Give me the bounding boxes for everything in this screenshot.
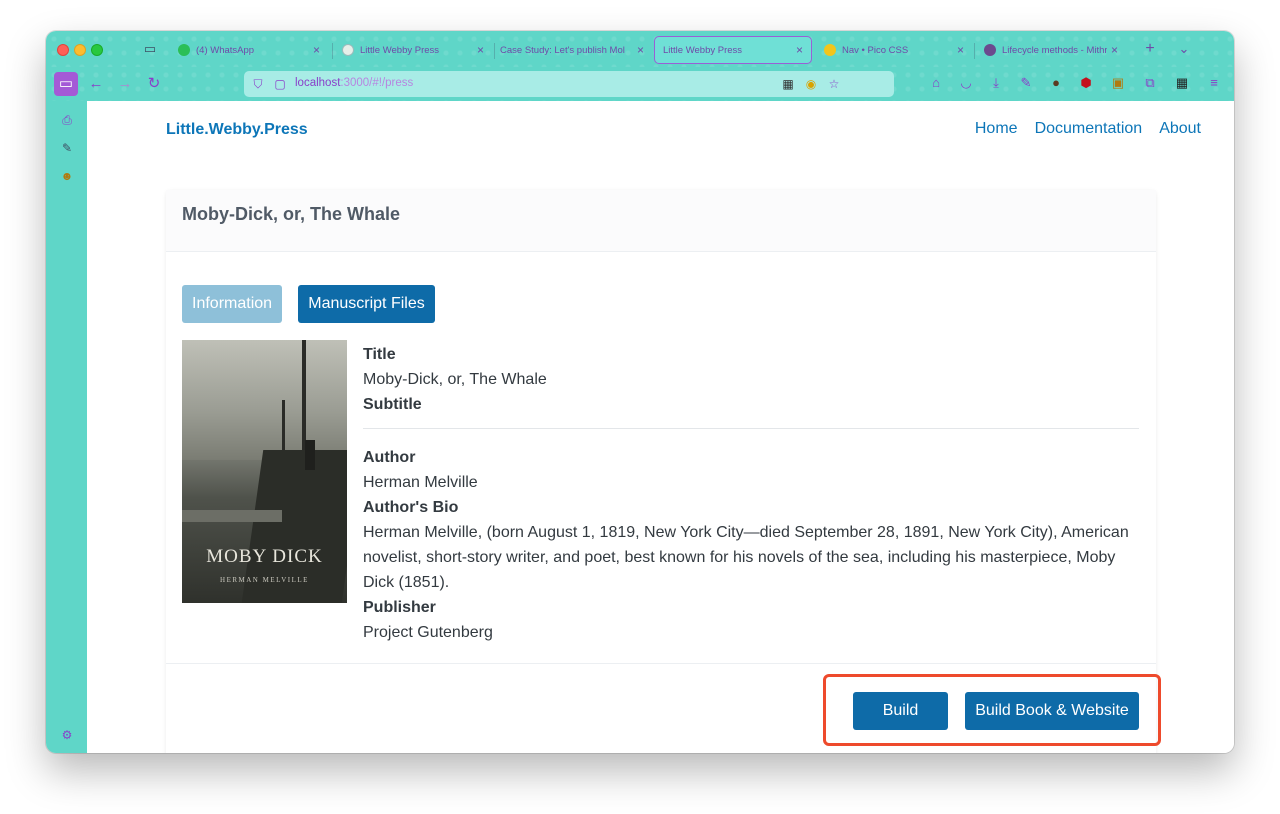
qr-code-icon[interactable]: ▦ [779,75,797,93]
tab-label: Little Webby Press [663,44,743,56]
tab-label: (4) WhatsApp [196,44,255,56]
shield-icon[interactable]: ⛉ [249,75,267,93]
title-label: Title [363,346,396,363]
sidebar-notes-icon[interactable]: ✎ [58,139,76,157]
tab-label: Lifecycle methods - Mithr [1002,44,1107,56]
bookmark-star-icon[interactable]: ☆ [825,75,843,93]
book-cover-image: MOBY DICK HERMAN MELVILLE [182,340,347,603]
sidebar-bookmark-icon[interactable]: ⎙ [58,111,76,129]
tab-close-icon[interactable]: × [957,43,964,57]
book-info: Title Moby-Dick, or, The Whale Subtitle … [363,342,1139,645]
sidebar-settings-gear-icon[interactable]: ⚙ [58,726,76,744]
new-tab-button[interactable]: + [1140,39,1160,59]
publisher-value: Project Gutenberg [363,624,493,641]
tab-label: Case Study: Let's publish Mol [500,44,625,56]
tab-close-icon[interactable]: × [313,43,320,57]
nav-home-link[interactable]: Home [975,120,1018,138]
web-page: Little.Webby.Press Home Documentation Ab… [87,101,1234,753]
author-bio-label: Author's Bio [363,499,459,516]
apps-grid-icon[interactable]: ▦ [1172,73,1192,93]
image-extension-icon[interactable]: ▣ [1108,73,1128,93]
tab-label: Nav • Pico CSS [842,44,909,56]
back-button[interactable]: ← [84,72,108,96]
reload-button[interactable]: ↻ [142,72,166,96]
tab-mithril-lifecycle[interactable]: Lifecycle methods - Mithr × [976,36,1126,64]
manuscript-files-tab-button[interactable]: Manuscript Files [298,285,435,323]
info-divider [363,428,1139,429]
close-window-button[interactable] [57,44,69,56]
sparkle-icon [824,44,836,56]
tab-close-icon[interactable]: × [796,43,803,57]
page-icon [342,44,354,56]
downloads-icon[interactable]: ⤓ [986,73,1006,93]
nav-documentation-link[interactable]: Documentation [1035,120,1143,138]
nav-toolbar: ▭ ← → ↻ ⛉ ▢ localhost:3000/#!/press ▦ ◉ … [46,67,1234,101]
list-all-tabs-button[interactable]: ⌄ [1174,39,1194,59]
tab-strip: ▭ (4) WhatsApp × Little Webby Press × Ca… [46,31,1234,67]
sidebar-extension-icon[interactable]: ☻ [58,167,76,185]
browser-sidebar: ⎙ ✎ ☻ ⚙ [46,101,87,753]
url-host: localhost [295,77,341,89]
tab-whatsapp[interactable]: (4) WhatsApp × [170,36,328,64]
tab-close-icon[interactable]: × [477,43,484,57]
author-bio-value: Herman Melville, (born August 1, 1819, N… [363,524,1129,591]
firefox-view-icon[interactable]: ▭ [140,39,160,59]
minimize-window-button[interactable] [74,44,86,56]
book-card-header: Moby-Dick, or, The Whale [166,190,1156,252]
nav-about-link[interactable]: About [1159,120,1201,138]
tab-label: Little Webby Press [360,44,440,56]
tab-close-icon[interactable]: × [1111,43,1118,57]
build-book-website-button[interactable]: Build Book & Website [965,692,1139,730]
zoom-window-button[interactable] [91,44,103,56]
home-icon[interactable]: ⌂ [926,73,946,93]
site-brand-link[interactable]: Little.Webby.Press [166,121,308,139]
book-card-title: Moby-Dick, or, The Whale [182,204,401,224]
sidebar-toggle-button[interactable]: ▭ [54,72,78,96]
mithril-icon [984,44,996,56]
tab-case-study[interactable]: Case Study: Let's publish Mol × [492,36,652,64]
information-tab-button[interactable]: Information [182,285,282,323]
whatsapp-icon [178,44,190,56]
ublock-icon[interactable]: ⬢ [1076,73,1096,93]
url-path: :3000/#!/press [340,77,414,89]
publisher-label: Publisher [363,599,436,616]
url-bar[interactable]: ⛉ ▢ localhost:3000/#!/press ▦ ◉ ☆ [244,71,894,97]
forward-button[interactable]: → [113,72,137,96]
tab-divider [974,43,975,59]
tab-pico-css[interactable]: Nav • Pico CSS × [816,36,972,64]
menu-icon[interactable]: ≡ [1204,73,1224,93]
page-info-icon[interactable]: ▢ [271,75,289,93]
cover-author-text: HERMAN MELVILLE [220,576,309,584]
author-value: Herman Melville [363,474,478,491]
title-value: Moby-Dick, or, The Whale [363,371,547,388]
browser-window: ▭ (4) WhatsApp × Little Webby Press × Ca… [46,31,1234,753]
tab-close-icon[interactable]: × [637,43,644,57]
avatar-extension-icon[interactable]: ● [1046,73,1066,93]
extensions-puzzle-icon[interactable]: ⧉ [1140,73,1160,93]
reader-extension-icon[interactable]: ◉ [802,75,820,93]
build-book-button[interactable]: Build Book [853,692,948,753]
url-text[interactable]: localhost:3000/#!/press [295,77,413,89]
author-label: Author [363,449,416,466]
wrench-icon[interactable]: ✎ [1016,73,1036,93]
book-card: Moby-Dick, or, The Whale Information Man… [166,190,1156,753]
subtitle-label: Subtitle [363,396,422,413]
site-top-nav: Home Documentation About [975,120,1201,138]
tab-divider [332,43,333,59]
tab-little-webby-press[interactable]: Little Webby Press × [334,36,492,64]
cover-title-text: MOBY DICK [206,546,323,567]
tab-little-webby-press-active[interactable]: Little Webby Press × [654,36,812,64]
book-card-footer: Build Book Build Book & Website [166,663,1156,753]
pocket-icon[interactable]: ◡ [956,73,976,93]
